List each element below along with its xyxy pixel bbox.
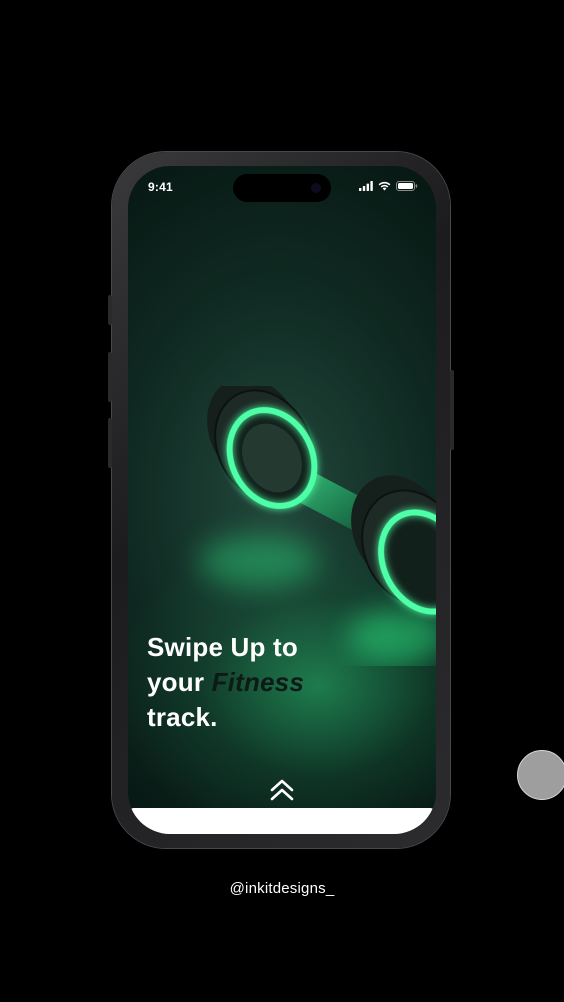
battery-icon — [396, 181, 418, 191]
dynamic-island — [233, 174, 331, 202]
headline-line-2: your Fitness — [147, 665, 387, 700]
action-button — [108, 295, 112, 325]
wifi-icon — [378, 181, 391, 191]
headline-accent: Fitness — [211, 667, 305, 697]
power-button — [450, 370, 454, 450]
headline-line-1: Swipe Up to — [147, 632, 298, 662]
headline-prefix: your — [147, 667, 212, 697]
app-screen[interactable]: 9:41 Swipe Up to your Fitness track. — [128, 166, 436, 834]
watermark-handle: @inkitdesigns_ — [229, 880, 335, 897]
volume-down-button — [108, 418, 112, 468]
status-bar: 9:41 — [128, 166, 436, 210]
double-chevron-up-icon[interactable] — [268, 776, 296, 804]
onboarding-headline: Swipe Up to your Fitness track. — [147, 630, 387, 735]
dumbbell-illustration — [198, 386, 436, 664]
bottom-sheet-edge[interactable] — [128, 808, 436, 834]
status-time: 9:41 — [148, 180, 173, 194]
signal-icon — [359, 181, 373, 191]
status-icons — [359, 181, 418, 191]
floating-touch-indicator[interactable] — [517, 750, 564, 800]
camera-icon — [311, 183, 321, 193]
volume-up-button — [108, 352, 112, 402]
headline-line-3: track. — [147, 702, 218, 732]
